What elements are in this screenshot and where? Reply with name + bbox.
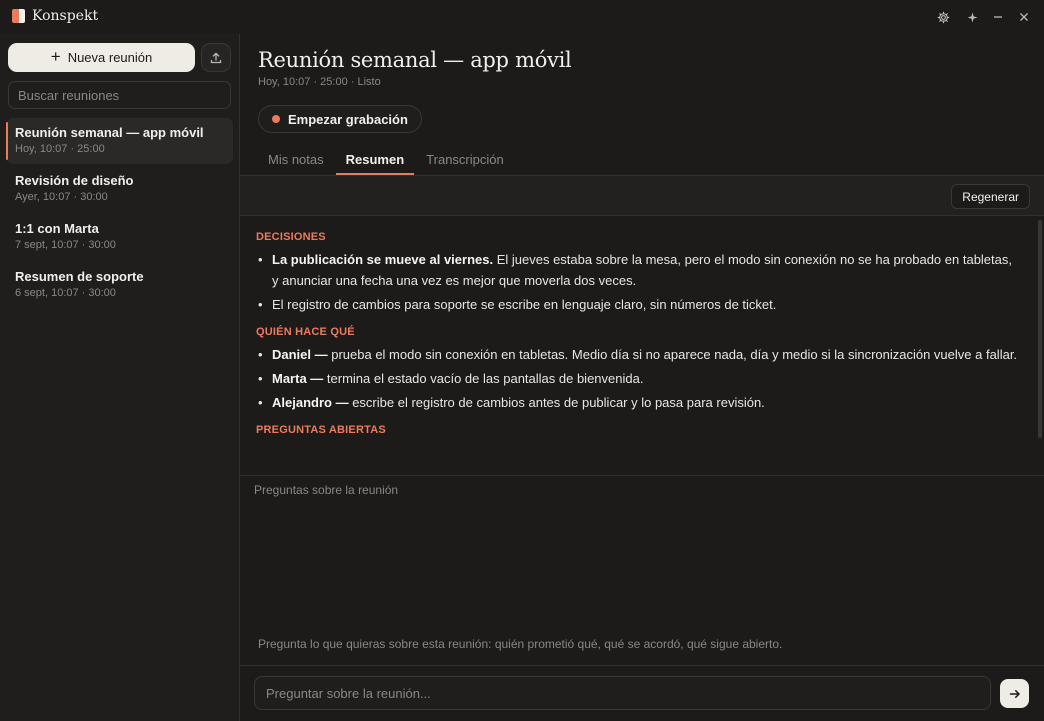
page-meta: Hoy, 10:07 · 25:00 · Listo xyxy=(258,76,381,88)
open-questions-section: PREGUNTAS ABIERTAS xyxy=(256,424,1018,436)
tab-mis-notas[interactable]: Mis notas xyxy=(258,146,334,175)
tab-transcripcion[interactable]: Transcripción xyxy=(416,146,514,175)
title-bar: Konspekt xyxy=(0,0,1044,34)
close-icon[interactable] xyxy=(1014,7,1034,27)
regenerate-button[interactable]: Regenerar xyxy=(951,184,1030,209)
plus-icon: + xyxy=(50,47,61,66)
meeting-item[interactable]: Resumen de soporte 6 sept, 10:07 · 30:00 xyxy=(6,262,233,308)
meeting-item[interactable]: 1:1 con Marta 7 sept, 10:07 · 30:00 xyxy=(6,214,233,260)
chat-hint: Pregunta lo que quieras sobre esta reuni… xyxy=(258,637,783,651)
record-dot-icon xyxy=(272,115,280,123)
section-heading: PREGUNTAS ABIERTAS xyxy=(256,424,386,436)
item-text: El registro de cambios para soporte se e… xyxy=(272,297,777,312)
chat-divider xyxy=(240,475,1044,476)
owners-section: QUIÉN HACE QUÉ Daniel — prueba el modo s… xyxy=(256,326,1018,413)
send-button[interactable] xyxy=(1000,679,1029,708)
list-item: Alejandro — escribe el registro de cambi… xyxy=(256,392,1018,413)
minimize-icon[interactable] xyxy=(988,7,1008,27)
page-title: Reunión semanal — app móvil xyxy=(258,48,572,72)
sidebar: + Nueva reunión Reunión semanal — app mó… xyxy=(0,34,240,721)
new-meeting-label: Nueva reunión xyxy=(67,50,153,65)
record-label: Empezar grabación xyxy=(288,111,408,127)
meeting-meta: 6 sept, 10:07 · 30:00 xyxy=(15,287,116,299)
list-item: Daniel — prueba el modo sin conexión en … xyxy=(256,344,1018,365)
meeting-item[interactable]: Reunión semanal — app móvil Hoy, 10:07 ·… xyxy=(6,118,233,164)
item-text: prueba el modo sin conexión en tabletas.… xyxy=(327,347,1018,362)
meeting-meta: Ayer, 10:07 · 30:00 xyxy=(15,191,108,203)
summary-scrollbar[interactable] xyxy=(1038,220,1042,438)
search-input[interactable] xyxy=(8,81,231,109)
item-bold: Marta — xyxy=(272,371,324,386)
start-recording-button[interactable]: Empezar grabación xyxy=(258,105,422,133)
tab-resumen[interactable]: Resumen xyxy=(335,146,415,175)
meeting-title: Resumen de soporte xyxy=(15,269,144,284)
summary-content: DECISIONES La publicación se mueve al vi… xyxy=(240,217,1044,475)
arrow-right-icon xyxy=(1009,689,1020,698)
meeting-title: Reunión semanal — app móvil xyxy=(15,125,204,140)
decisions-section: DECISIONES La publicación se mueve al vi… xyxy=(256,231,1018,315)
new-meeting-button[interactable]: + Nueva reunión xyxy=(8,43,195,72)
chat-input-bar xyxy=(240,665,1044,721)
ask-input[interactable] xyxy=(254,676,991,710)
item-bold: La publicación se mueve al viernes. xyxy=(272,252,494,267)
item-bold: Daniel — xyxy=(272,347,328,362)
chat-label: Preguntas sobre la reunión xyxy=(254,483,399,497)
app-logo-icon xyxy=(12,9,25,23)
gear-icon[interactable] xyxy=(933,7,953,27)
meeting-meta: Hoy, 10:07 · 25:00 xyxy=(15,143,105,155)
list-item: El registro de cambios para soporte se e… xyxy=(256,294,1018,315)
summary-toolbar: Regenerar xyxy=(240,176,1044,216)
sparkle-icon[interactable] xyxy=(962,7,982,27)
item-text: escribe el registro de cambios antes de … xyxy=(348,395,765,410)
meeting-item[interactable]: Revisión de diseño Ayer, 10:07 · 30:00 xyxy=(6,166,233,212)
list-item: Marta — termina el estado vacío de las p… xyxy=(256,368,1018,389)
meeting-title: 1:1 con Marta xyxy=(15,221,99,236)
item-text: termina el estado vacío de las pantallas… xyxy=(323,371,644,386)
list-item: La publicación se mueve al viernes. El j… xyxy=(256,249,1018,291)
main-panel: Reunión semanal — app móvil Hoy, 10:07 ·… xyxy=(240,34,1044,721)
meeting-title: Revisión de diseño xyxy=(15,173,134,188)
section-heading: QUIÉN HACE QUÉ xyxy=(256,326,355,338)
tab-bar: Mis notas Resumen Transcripción xyxy=(258,146,516,175)
item-bold: Alejandro — xyxy=(272,395,349,410)
export-button[interactable] xyxy=(201,43,231,72)
section-heading: DECISIONES xyxy=(256,231,326,243)
meeting-list: Reunión semanal — app móvil Hoy, 10:07 ·… xyxy=(6,118,233,310)
app-title: Konspekt xyxy=(32,8,99,24)
upload-icon xyxy=(210,52,222,63)
meeting-meta: 7 sept, 10:07 · 30:00 xyxy=(15,239,116,251)
